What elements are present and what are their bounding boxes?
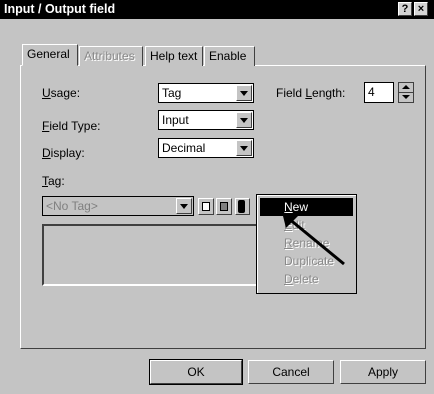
tab-general-label: General bbox=[27, 47, 70, 61]
tag-list-button[interactable] bbox=[216, 198, 232, 215]
dropdown-arrow-icon[interactable] bbox=[236, 112, 252, 128]
tag-menu-icon bbox=[238, 200, 245, 213]
close-button[interactable]: × bbox=[414, 2, 428, 16]
tag-properties-icon bbox=[202, 202, 210, 211]
tab-attributes-label: Attributes bbox=[84, 49, 135, 63]
dropdown-arrow-icon[interactable] bbox=[176, 198, 192, 214]
tab-enable[interactable]: Enable bbox=[204, 46, 255, 66]
field-length-value: 4 bbox=[368, 85, 375, 99]
usage-value: Tag bbox=[162, 86, 182, 100]
tab-enable-label: Enable bbox=[209, 49, 247, 63]
spin-down-icon[interactable] bbox=[399, 93, 413, 102]
close-icon: × bbox=[417, 3, 425, 15]
apply-button[interactable]: Apply bbox=[340, 360, 426, 384]
tag-value: <No Tag> bbox=[46, 199, 98, 213]
tab-attributes: Attributes bbox=[79, 46, 143, 66]
spin-up-icon[interactable] bbox=[399, 83, 413, 93]
menu-item-delete: Delete bbox=[284, 272, 319, 286]
tag-menu-button[interactable] bbox=[235, 198, 250, 215]
tag-label: Tag: bbox=[42, 174, 65, 188]
display-value: Decimal bbox=[162, 141, 206, 155]
field-type-select[interactable]: Input bbox=[158, 110, 254, 130]
tab-general[interactable]: General bbox=[22, 44, 78, 66]
usage-label: Usage: bbox=[42, 86, 81, 100]
window-title: Input / Output field bbox=[4, 2, 116, 16]
tab-help-text-label: Help text bbox=[150, 49, 198, 63]
tag-list-icon bbox=[220, 202, 228, 211]
field-type-value: Input bbox=[162, 113, 189, 127]
display-label: Display: bbox=[42, 146, 85, 160]
dropdown-arrow-icon[interactable] bbox=[236, 140, 252, 156]
display-select[interactable]: Decimal bbox=[158, 138, 254, 158]
tag-properties-button[interactable] bbox=[198, 198, 214, 215]
tag-select[interactable]: <No Tag> bbox=[42, 196, 194, 216]
field-length-spinner[interactable] bbox=[398, 82, 414, 103]
field-length-input[interactable]: 4 bbox=[364, 82, 394, 103]
mouse-pointer-arrow-icon bbox=[282, 212, 345, 266]
field-length-label: Field Length: bbox=[276, 86, 346, 100]
cancel-button[interactable]: Cancel bbox=[248, 360, 334, 384]
tag-list-box[interactable] bbox=[42, 224, 258, 286]
dropdown-arrow-icon[interactable] bbox=[236, 85, 252, 101]
ok-button[interactable]: OK bbox=[149, 359, 243, 385]
field-type-label: Field Type: bbox=[42, 119, 101, 133]
usage-select[interactable]: Tag bbox=[158, 83, 254, 103]
question-icon: ? bbox=[401, 3, 409, 15]
help-button[interactable]: ? bbox=[398, 2, 412, 16]
tab-help-text[interactable]: Help text bbox=[145, 46, 203, 66]
